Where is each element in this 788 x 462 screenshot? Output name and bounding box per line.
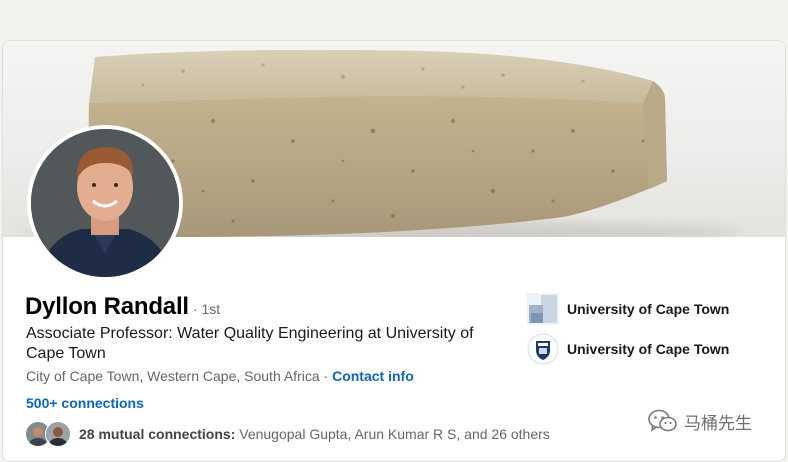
org-name: University of Cape Town bbox=[567, 341, 730, 357]
org-item-education[interactable]: University of Cape Town bbox=[527, 331, 729, 367]
uct-crest-icon bbox=[527, 333, 559, 365]
profile-location: City of Cape Town, Western Cape, South A… bbox=[26, 368, 320, 384]
mutual-connections-text: 28 mutual connections: Venugopal Gupta, … bbox=[79, 426, 550, 442]
profile-card: Dyllon Randall · 1st Associate Professor… bbox=[2, 40, 786, 462]
building-logo-icon bbox=[527, 293, 559, 325]
mutual-names: Venugopal Gupta, Arun Kumar R S, and 26 … bbox=[235, 426, 550, 442]
mutual-count: 28 mutual connections: bbox=[79, 426, 236, 442]
location-separator: · bbox=[319, 368, 333, 384]
profile-headline: Associate Professor: Water Quality Engin… bbox=[26, 325, 474, 362]
person-photo-icon bbox=[31, 129, 179, 277]
profile-name: Dyllon Randall bbox=[25, 293, 189, 320]
mutual-connections[interactable]: 28 mutual connections: Venugopal Gupta, … bbox=[25, 421, 550, 447]
location-row: City of Cape Town, Western Cape, South A… bbox=[26, 368, 414, 384]
org-name: University of Cape Town bbox=[567, 301, 730, 317]
person-photo-icon bbox=[46, 422, 70, 446]
mutual-avatars bbox=[25, 421, 71, 447]
name-row: Dyllon Randall · 1st bbox=[25, 293, 220, 321]
contact-info-link[interactable]: Contact info bbox=[332, 368, 414, 384]
org-item-current-company[interactable]: University of Cape Town bbox=[527, 291, 729, 327]
watermark-text: 马桶先生 bbox=[684, 413, 752, 433]
mutual-avatar bbox=[45, 421, 71, 447]
org-list: University of Cape Town University of Ca… bbox=[527, 291, 729, 371]
connection-degree: · 1st bbox=[192, 301, 221, 317]
wechat-icon bbox=[648, 409, 677, 432]
watermark: 马桶先生 bbox=[648, 408, 752, 434]
connections-link[interactable]: 500+ connections bbox=[26, 395, 144, 411]
profile-photo[interactable] bbox=[27, 125, 183, 281]
